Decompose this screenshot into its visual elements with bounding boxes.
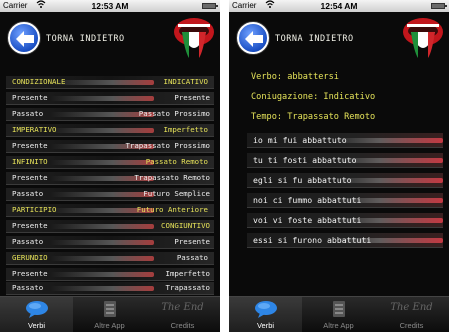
- list-item[interactable]: Presente CONGIUNTIVO: [6, 220, 214, 233]
- conjugation-row: io mi fui abbattuto: [247, 133, 443, 148]
- tab-altre-app[interactable]: Altre App: [302, 297, 375, 332]
- speech-bubble-icon: [229, 300, 302, 320]
- tense-info: Tempo: Trapassato Remoto: [251, 112, 376, 122]
- tab-bar: Verbi Altre App The End Credits: [229, 296, 449, 332]
- status-bar: Carrier 12:53 AM: [0, 0, 220, 12]
- tab-verbi[interactable]: Verbi: [0, 297, 73, 332]
- header: TORNA INDIETRO: [229, 12, 449, 70]
- the-end-icon: The End: [161, 302, 204, 313]
- tab-altre-app[interactable]: Altre App: [73, 297, 146, 332]
- header: TORNA INDIETRO: [0, 12, 220, 70]
- list-item[interactable]: CONDIZIONALE INDICATIVO: [6, 76, 214, 89]
- conjugation-row: egli si fu abbattuto: [247, 173, 443, 188]
- list-item[interactable]: Passato Passato Prossimo: [6, 108, 214, 121]
- back-arrow-icon: [16, 31, 34, 47]
- app-stack-icon: [302, 300, 375, 320]
- list-item[interactable]: PARTICIPIO Futuro Anteriore: [6, 204, 214, 217]
- screen-conjugation-detail: Carrier 12:54 AM TORNA INDIETRO Verbo: a…: [229, 0, 449, 332]
- conjugation-row: noi ci fummo abbattuti: [247, 193, 443, 208]
- status-bar: Carrier 12:54 AM: [229, 0, 449, 12]
- back-button[interactable]: [237, 22, 269, 54]
- tab-credits[interactable]: The End Credits: [146, 297, 219, 332]
- tab-bar: Verbi Altre App The End Credits: [0, 296, 220, 332]
- back-label[interactable]: TORNA INDIETRO: [275, 34, 354, 44]
- back-label[interactable]: TORNA INDIETRO: [46, 34, 125, 44]
- tab-credits[interactable]: The End Credits: [375, 297, 448, 332]
- conjugation-info: Coniugazione: Indicativo: [251, 92, 376, 102]
- clock: 12:53 AM: [91, 1, 129, 11]
- list-item[interactable]: Passato Trapassato: [6, 282, 214, 295]
- battery-icon: [431, 3, 447, 9]
- back-button[interactable]: [8, 22, 40, 54]
- app-stack-icon: [73, 300, 146, 320]
- italian-tongue-logo: [401, 14, 445, 68]
- list-item[interactable]: Presente Trapassato Remoto: [6, 172, 214, 185]
- conjugation-row: tu ti fosti abbattuto: [247, 153, 443, 168]
- battery-icon: [202, 3, 218, 9]
- verb-info: Verbo: abbattersi: [251, 72, 339, 82]
- speech-bubble-icon: [0, 300, 73, 320]
- tab-verbi[interactable]: Verbi: [229, 297, 302, 332]
- list-item[interactable]: INFINITO Passato Remoto: [6, 156, 214, 169]
- list-item[interactable]: Passato Futuro Semplice: [6, 188, 214, 201]
- conjugation-row: voi vi foste abbattuti: [247, 213, 443, 228]
- list-item[interactable]: GERUNDIO Passato: [6, 252, 214, 265]
- clock: 12:54 AM: [320, 1, 358, 11]
- list-item[interactable]: IMPERATIVO Imperfetto: [6, 124, 214, 137]
- list-item[interactable]: Presente Presente: [6, 92, 214, 105]
- list-item[interactable]: Passato Presente: [6, 236, 214, 249]
- list-item[interactable]: Presente Imperfetto: [6, 268, 214, 281]
- screen-verb-menu: Carrier 12:53 AM TORNA INDIETRO CONDIZIO…: [0, 0, 220, 332]
- back-arrow-icon: [245, 31, 263, 47]
- italian-tongue-logo: [172, 14, 216, 68]
- conjugation-row: essi si furono abbattuti: [247, 233, 443, 248]
- the-end-icon: The End: [390, 302, 433, 313]
- list-item[interactable]: Presente Trapassato Prossimo: [6, 140, 214, 153]
